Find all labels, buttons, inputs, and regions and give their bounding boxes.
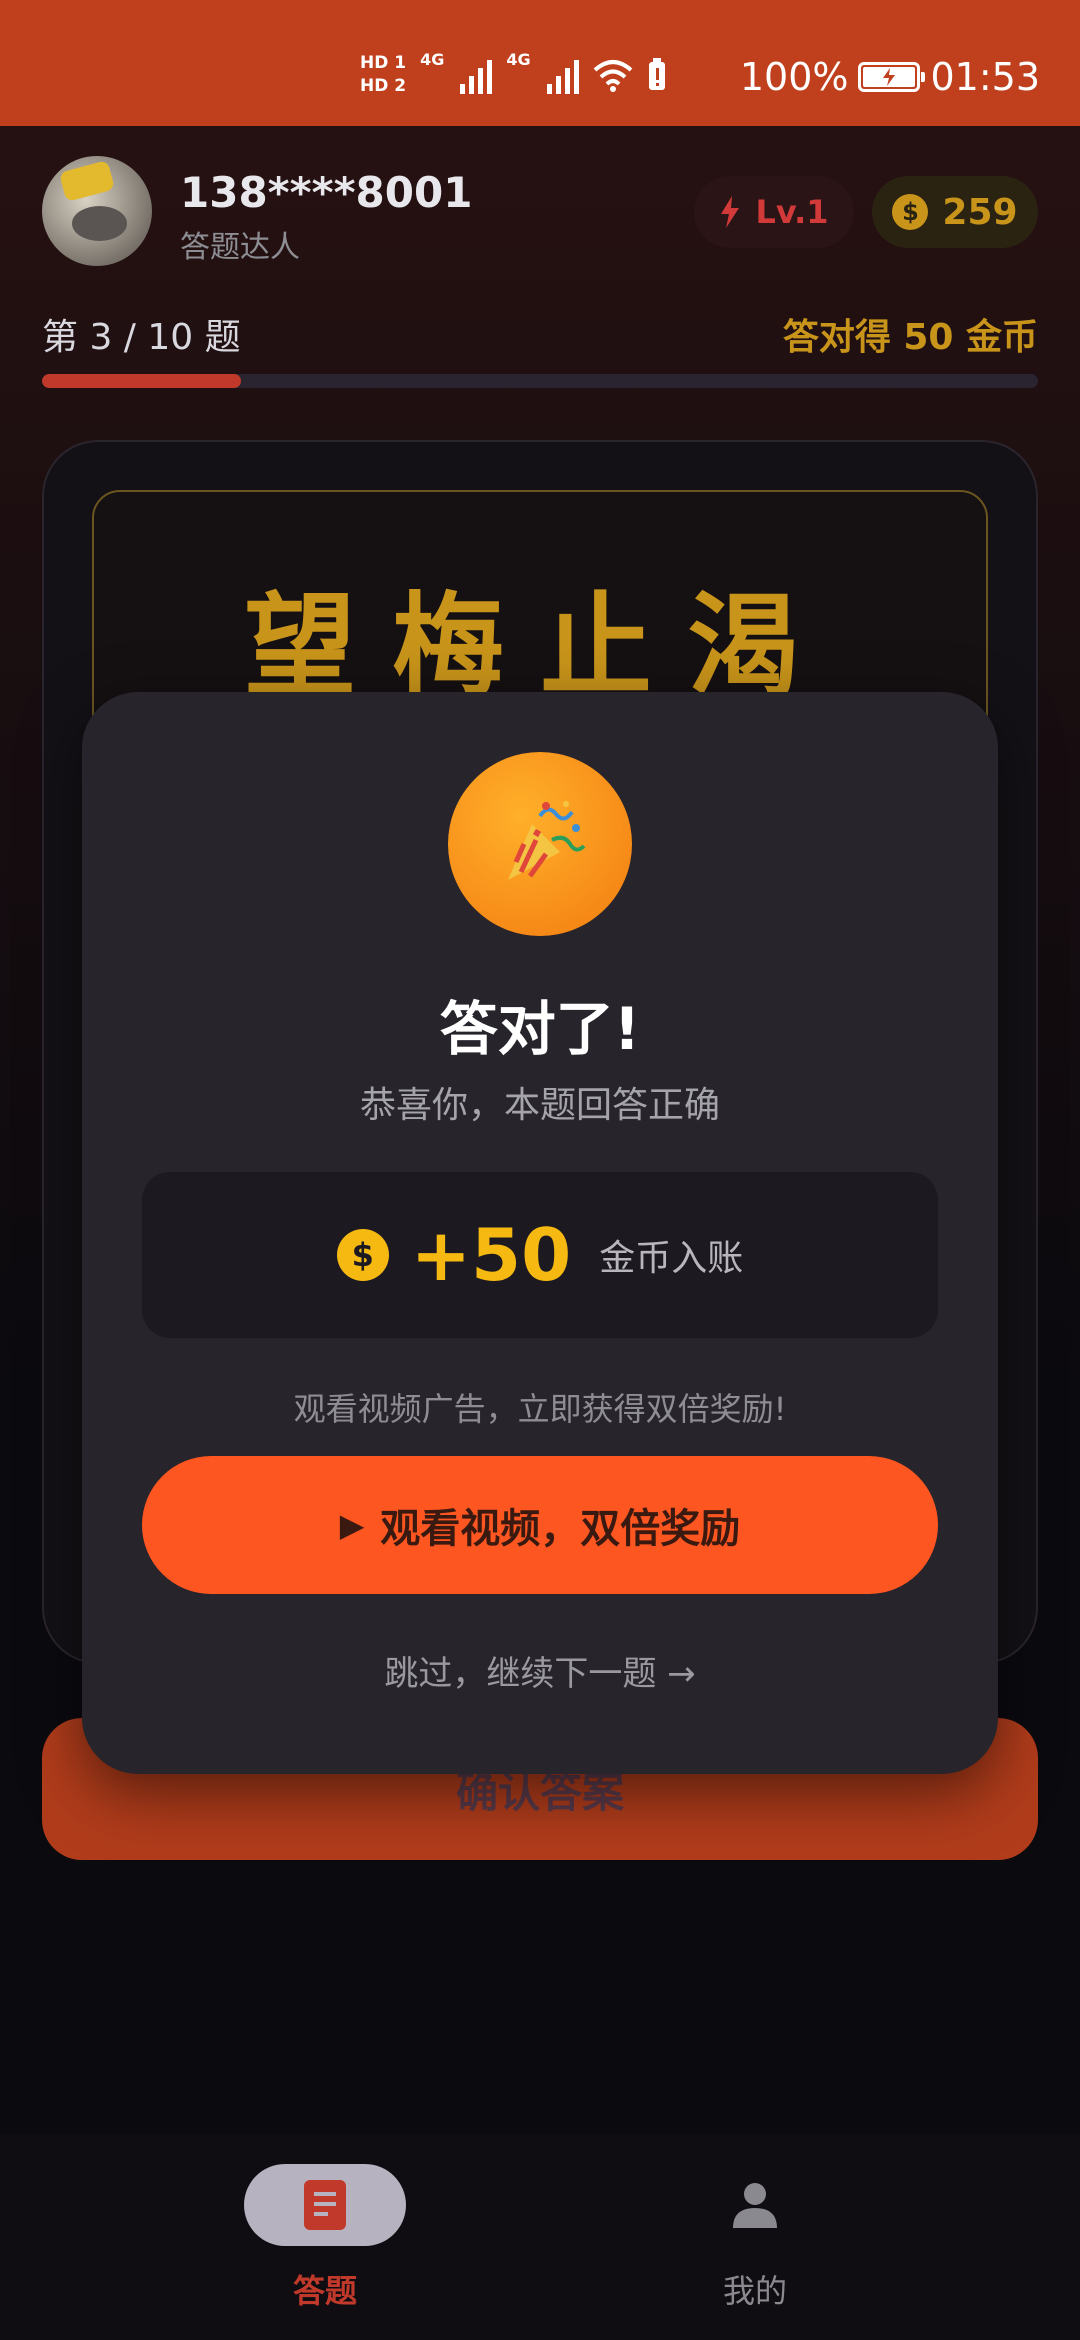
progress-bar: [42, 374, 1038, 388]
battery-icon: [858, 62, 926, 92]
correct-answer-modal: 答对了! 恭喜你，本题回答正确 $ +50 金币入账 观看视频广告，立即获得双倍…: [82, 692, 998, 1774]
avatar[interactable]: [42, 156, 152, 266]
progress-fill: [42, 374, 242, 388]
party-popper-icon: [448, 752, 632, 936]
username: 138****8001: [180, 168, 473, 217]
signal-icon-2: [546, 56, 579, 94]
coin-balance[interactable]: $ 259: [872, 176, 1038, 248]
document-icon: [304, 2180, 346, 2230]
status-right: 100% 01:53: [740, 55, 1040, 99]
double-reward-hint: 观看视频广告，立即获得双倍奖励!: [293, 1390, 787, 1428]
play-icon: ▶: [339, 1506, 365, 1544]
sim-indicators: HD 1 HD 2: [360, 55, 406, 95]
status-icons: HD 1 HD 2 4G 4G: [360, 50, 667, 100]
sim2-indicator: HD 2: [360, 76, 407, 96]
nav-tab-quiz-label: 答题: [292, 2272, 357, 2310]
coin-count: 259: [942, 191, 1018, 233]
battery-alert-icon: [648, 58, 665, 90]
coin-reward-box: $ +50 金币入账: [142, 1172, 938, 1338]
modal-subtitle: 恭喜你，本题回答正确: [359, 1085, 720, 1126]
coin-icon: $: [336, 1229, 389, 1281]
signal-icon-1: [460, 56, 493, 94]
nav-tab-quiz-pill: [244, 2164, 406, 2246]
level-badge[interactable]: Lv.1: [694, 176, 854, 248]
sim1-indicator: HD 1: [360, 53, 407, 73]
battery-percent: 100%: [739, 55, 849, 99]
network-label-1: 4G: [420, 50, 445, 69]
level-label: Lv.1: [755, 193, 829, 231]
network-label-2: 4G: [506, 50, 531, 69]
reward-label: 答对得 50 金币: [782, 317, 1038, 358]
nav-tab-quiz[interactable]: 答题: [175, 2164, 475, 2312]
wifi-icon: [593, 60, 632, 92]
bottom-nav: 答题 我的: [0, 2134, 1080, 2340]
skip-next-link[interactable]: 跳过，继续下一题 →: [82, 1646, 998, 1695]
modal-title: 答对了!: [439, 995, 641, 1063]
nav-tab-mine-pill: [674, 2164, 836, 2246]
person-icon: [733, 2183, 777, 2228]
nav-tab-mine[interactable]: 我的: [605, 2164, 905, 2312]
question-progress-label: 第 3 / 10 题: [42, 317, 241, 358]
reward-amount: +50: [410, 1213, 572, 1297]
reward-amount-label: 金币入账: [599, 1238, 744, 1279]
watch-video-label: 观看视频，双倍奖励: [380, 1506, 741, 1552]
clock: 01:53: [930, 55, 1040, 99]
lightning-icon: [721, 196, 740, 228]
nav-tab-mine-label: 我的: [722, 2272, 787, 2310]
status-bar: HD 1 HD 2 4G 4G 100% 01:53: [0, 0, 1080, 126]
user-title: 答题达人: [180, 230, 300, 265]
coin-icon: $: [892, 194, 929, 230]
watch-video-button[interactable]: ▶ 观看视频，双倍奖励: [142, 1456, 938, 1594]
